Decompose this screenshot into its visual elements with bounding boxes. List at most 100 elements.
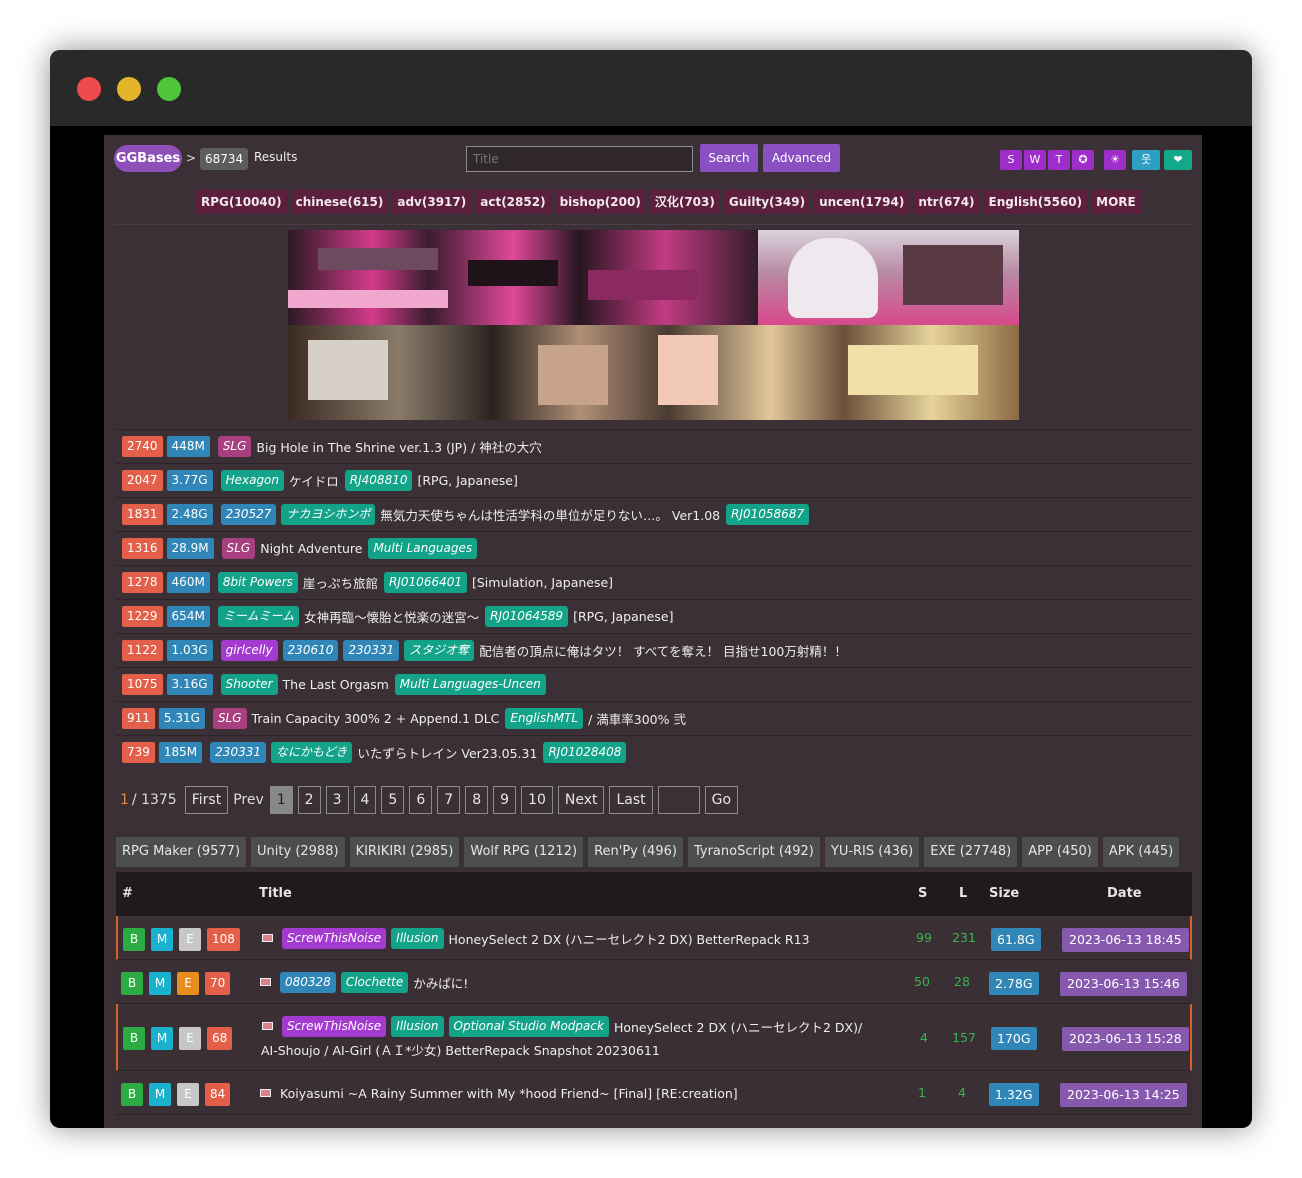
table-row[interactable]: B M E 68 ScrewThisNoise Illusion Optional Stud… <box>116 1004 1192 1071</box>
page-number-button[interactable]: 5 <box>381 786 405 814</box>
item-title[interactable]: いたずらトレイン Ver23.05.31 <box>357 743 537 762</box>
tag-badge[interactable]: ミームミーム <box>217 606 300 627</box>
item-title[interactable]: Big Hole in The Shrine ver.1.3 (JP) / 神社… <box>256 437 541 456</box>
promo-banner[interactable] <box>288 230 1019 420</box>
item-title[interactable]: Train Capacity 300% 2 + Append.1 DLC <box>252 711 500 726</box>
tag-link[interactable]: uncen(1794) <box>814 190 910 214</box>
tag-badge[interactable]: 230331 <box>343 640 400 661</box>
page-number-button[interactable]: 8 <box>465 786 489 814</box>
featured-row[interactable]: 1075 3.16G Shooter The Last Orgasm Multi Lan… <box>116 667 1192 701</box>
tag-link[interactable]: bishop(200) <box>554 190 646 214</box>
tag-badge[interactable]: スタジオ奪 <box>404 640 475 661</box>
item-title[interactable]: ケイドロ <box>289 471 339 490</box>
tag-badge[interactable]: ScrewThisNoise <box>282 927 387 949</box>
tag-link[interactable]: 汉化(703) <box>649 190 720 214</box>
item-title[interactable]: 女神再臨～懐胎と悦楽の迷宮～ <box>304 607 479 626</box>
tag-badge[interactable]: なにかもどき <box>270 742 353 763</box>
item-title[interactable]: Night Adventure <box>260 541 362 556</box>
tag-badge[interactable]: RJ408810 <box>344 470 413 491</box>
tag-badge[interactable]: SLG <box>212 708 247 729</box>
quick-filter-button[interactable]: 웃 <box>1132 150 1160 170</box>
close-window-button[interactable] <box>77 77 101 101</box>
featured-row[interactable]: 2740 448M SLG Big Hole in The Shrine ver.1.… <box>116 429 1192 463</box>
tag-link[interactable]: English(5560) <box>983 190 1088 214</box>
page-number-button[interactable]: 2 <box>297 786 321 814</box>
page-jump-input[interactable] <box>657 786 700 814</box>
tag-badge[interactable]: 080328 <box>280 971 336 993</box>
magnet-link-button[interactable]: M <box>151 1027 173 1050</box>
col-title-header[interactable]: Title <box>259 886 292 901</box>
tag-badge[interactable]: ナカヨシホンポ <box>281 504 376 525</box>
page-number-button[interactable]: 7 <box>437 786 461 814</box>
col-leechers-header[interactable]: L <box>959 886 967 901</box>
quick-filter-button[interactable]: W <box>1024 150 1046 170</box>
row-title[interactable]: HoneySelect 2 DX (ハニーセレクト2 DX)/ <box>614 1017 862 1036</box>
bt-download-button[interactable]: B <box>121 971 143 995</box>
tag-badge[interactable]: 230527 <box>220 504 277 525</box>
engine-filter-button[interactable]: APK (445) <box>1102 837 1180 867</box>
tag-link[interactable]: MORE <box>1091 190 1141 214</box>
table-row[interactable]: B M E 84 Koiyasumi ~A Rainy Summer with My *… <box>116 1071 1192 1115</box>
col-seeders-header[interactable]: S <box>918 886 927 901</box>
featured-row[interactable]: 911 5.31G SLG Train Capacity 300% 2 + Appen… <box>116 701 1192 735</box>
engine-filter-button[interactable]: KIRIKIRI (2985) <box>349 837 460 867</box>
advanced-search-button[interactable]: Advanced <box>763 144 840 172</box>
quick-filter-button[interactable]: S <box>1000 150 1022 170</box>
tag-badge[interactable]: RJ01058687 <box>726 504 810 525</box>
item-title[interactable]: [RPG, Japanese] <box>417 473 517 488</box>
item-title[interactable]: 配信者の頂点に俺はタツ！ すべてを奪え！ 目指せ100万射精！！ <box>479 641 847 660</box>
quick-filter-button[interactable]: ❤ <box>1164 150 1192 170</box>
tag-badge[interactable]: ScrewThisNoise <box>282 1016 387 1037</box>
item-title[interactable]: 崖っぷち旅館 <box>303 573 378 592</box>
tag-link[interactable]: Guilty(349) <box>723 190 811 214</box>
page-number-button[interactable]: 9 <box>493 786 517 814</box>
engine-filter-button[interactable]: Ren'Py (496) <box>588 837 683 867</box>
bt-download-button[interactable]: B <box>123 927 145 951</box>
item-title[interactable]: [RPG, Japanese] <box>573 609 673 624</box>
last-page-button[interactable]: Last <box>609 786 653 814</box>
magnet-link-button[interactable]: M <box>149 971 171 995</box>
col-size-header[interactable]: Size <box>989 886 1019 901</box>
row-title[interactable]: かみぱに! <box>413 973 468 992</box>
engine-filter-button[interactable]: Unity (2988) <box>251 837 345 867</box>
tag-badge[interactable]: Optional Studio Modpack <box>448 1016 609 1037</box>
featured-row[interactable]: 739 185M 230331 なにかもどき いたずらトレイン Ver23.05.31 R… <box>116 735 1192 769</box>
magnet-link-button[interactable]: M <box>151 927 173 951</box>
tag-link[interactable]: RPG(10040) <box>196 190 287 214</box>
engine-filter-button[interactable]: RPG Maker (9577) <box>116 837 247 867</box>
item-title[interactable]: 無気力天使ちゃんは性活学科の単位が足りない…。 Ver1.08 <box>380 505 720 524</box>
tag-badge[interactable]: RJ01066401 <box>384 572 467 593</box>
tag-badge[interactable]: RJ01064589 <box>485 606 569 627</box>
item-title[interactable]: [Simulation, Japanese] <box>472 575 613 590</box>
tag-badge[interactable]: Multi Languages-Uncen <box>394 674 546 695</box>
tag-badge[interactable]: SLG <box>221 538 256 559</box>
engine-filter-button[interactable]: YU-RIS (436) <box>824 837 920 867</box>
tag-badge[interactable]: 230331 <box>210 742 266 763</box>
search-input[interactable] <box>466 146 693 172</box>
quick-filter-button[interactable]: T <box>1048 150 1070 170</box>
featured-row[interactable]: 1278 460M 8bit Powers 崖っぷち旅館 RJ01066401 [Simu… <box>116 565 1192 599</box>
page-number-button[interactable]: 10 <box>521 786 553 814</box>
maximize-window-button[interactable] <box>157 77 181 101</box>
quick-filter-button[interactable]: ✪ <box>1072 150 1094 170</box>
bt-download-button[interactable]: B <box>121 1082 143 1106</box>
row-title[interactable]: HoneySelect 2 DX (ハニーセレクト2 DX) BetterRep… <box>449 929 810 948</box>
tag-badge[interactable]: Illusion <box>391 1016 444 1037</box>
engine-filter-button[interactable]: APP (450) <box>1022 837 1098 867</box>
tag-badge[interactable]: Shooter <box>220 674 278 695</box>
item-title[interactable]: / 満車率300% 弐 <box>588 709 686 728</box>
page-number-button[interactable]: 6 <box>409 786 433 814</box>
minimize-window-button[interactable] <box>117 77 141 101</box>
col-date-header[interactable]: Date <box>1107 886 1142 901</box>
tag-badge[interactable]: Illusion <box>391 927 444 949</box>
ed2k-link-button[interactable]: E <box>177 971 199 995</box>
ed2k-link-button[interactable]: E <box>179 927 201 951</box>
ed2k-link-button[interactable]: E <box>177 1082 199 1106</box>
featured-row[interactable]: 1831 2.48G 230527 ナカヨシホンポ 無気力天使ちゃんは性活学科の単位が足… <box>116 497 1192 531</box>
ed2k-link-button[interactable]: E <box>179 1027 201 1050</box>
row-title[interactable]: AI-Shoujo / AI-Girl (ＡＩ*少女) BetterRepack… <box>261 1040 660 1059</box>
prev-page-button[interactable]: Prev <box>233 792 264 808</box>
row-title[interactable]: Koiyasumi ~A Rainy Summer with My *hood … <box>280 1086 738 1101</box>
quick-filter-button[interactable]: ☀ <box>1104 150 1126 170</box>
tag-link[interactable]: chinese(615) <box>290 190 389 214</box>
